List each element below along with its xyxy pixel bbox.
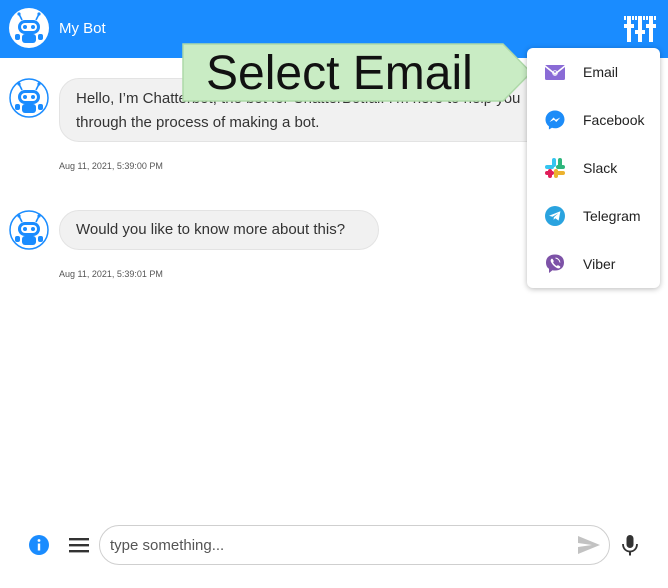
menu-item-label: Telegram	[583, 208, 641, 224]
menu-item-label: Viber	[583, 256, 616, 272]
channels-menu: Email Facebook Slack Telegram Viber	[527, 48, 660, 288]
menu-item-email[interactable]: Email	[527, 48, 660, 96]
menu-item-label: Email	[583, 64, 619, 80]
info-icon[interactable]	[28, 534, 50, 556]
menu-item-label: Facebook	[583, 112, 645, 128]
menu-item-facebook[interactable]: Facebook	[527, 96, 660, 144]
bot-avatar-icon	[9, 210, 49, 250]
facebook-messenger-icon	[545, 110, 565, 130]
message-timestamp: Aug 11, 2021, 5:39:00 PM	[59, 161, 163, 171]
bot-title: My Bot	[59, 20, 106, 37]
menu-item-label: Slack	[583, 160, 618, 176]
chat-window: My Bot Hello, I’m Chatterbot, you throug…	[0, 0, 668, 588]
message-input[interactable]	[110, 532, 565, 558]
email-icon	[544, 65, 566, 80]
callout-text: Select Email	[206, 47, 473, 100]
message-timestamp: Aug 11, 2021, 5:39:01 PM	[59, 269, 163, 279]
viber-icon	[546, 254, 564, 273]
menu-item-viber[interactable]: Viber	[527, 240, 660, 288]
bot-avatar-icon	[9, 8, 49, 48]
bot-avatar-icon	[9, 78, 49, 118]
slack-icon	[545, 158, 565, 178]
telegram-icon	[545, 206, 565, 226]
menu-icon[interactable]	[68, 536, 90, 554]
menu-item-slack[interactable]: Slack	[527, 144, 660, 192]
bot-message-bubble: Would you like to know more about this?	[59, 210, 379, 250]
menu-item-telegram[interactable]: Telegram	[527, 192, 660, 240]
send-icon[interactable]	[577, 535, 601, 555]
message-input-container	[99, 525, 610, 565]
channels-settings-icon[interactable]	[624, 14, 656, 44]
microphone-icon[interactable]	[620, 534, 640, 558]
